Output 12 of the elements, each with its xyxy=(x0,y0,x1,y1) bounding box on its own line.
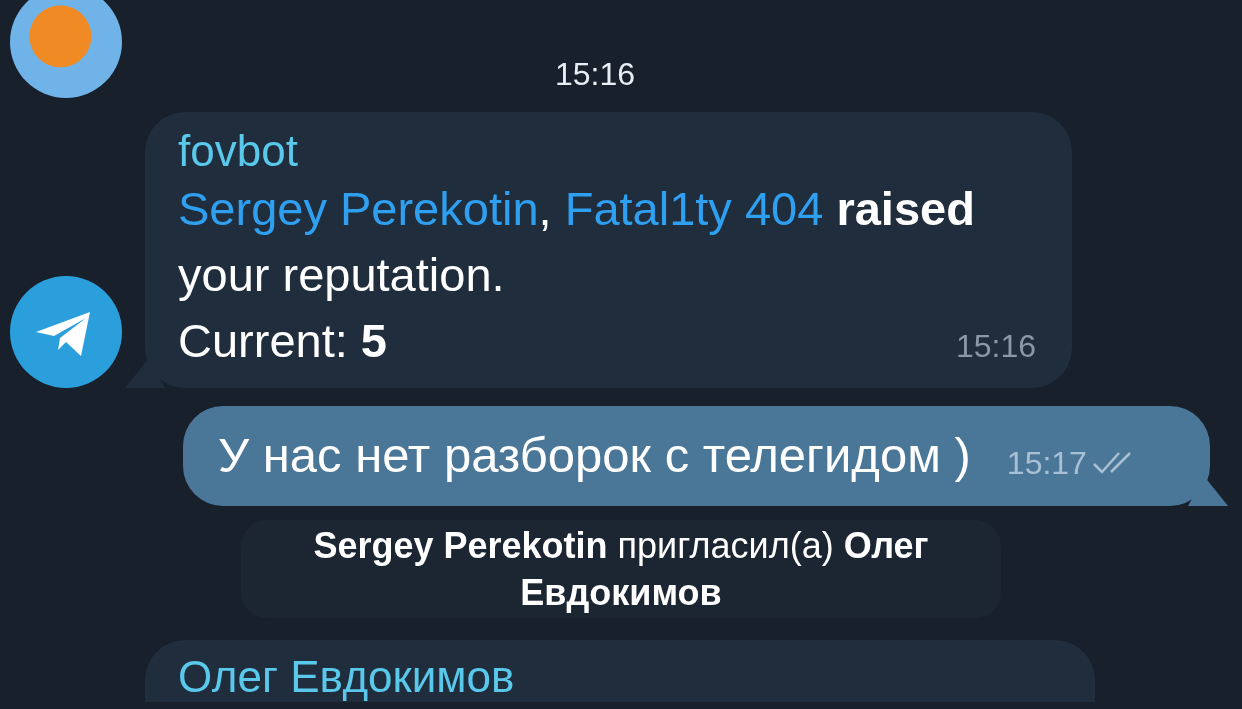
paper-plane-icon xyxy=(10,276,122,388)
timestamp: 15:16 xyxy=(554,56,636,92)
message-text: Sergey Perekotin, Fatal1ty 404 raised your reputation. xyxy=(178,181,976,303)
timestamp: 15:17 xyxy=(1006,444,1087,483)
user-link[interactable]: Sergey Perekotin xyxy=(178,182,539,235)
service-message: Sergey Perekotin пригласил(а) Олег Евдокимов xyxy=(241,520,1001,618)
message-text: У нас нет разборок с телегидом ) xyxy=(218,427,971,485)
sender-name: Олег Евдокимов xyxy=(178,652,516,702)
message-text: Current: 5 xyxy=(178,313,387,369)
user-link[interactable]: Fatal1ty 404 xyxy=(564,182,824,235)
sender-name: fovbot xyxy=(178,126,299,176)
timestamp: 15:16 xyxy=(955,327,1036,366)
